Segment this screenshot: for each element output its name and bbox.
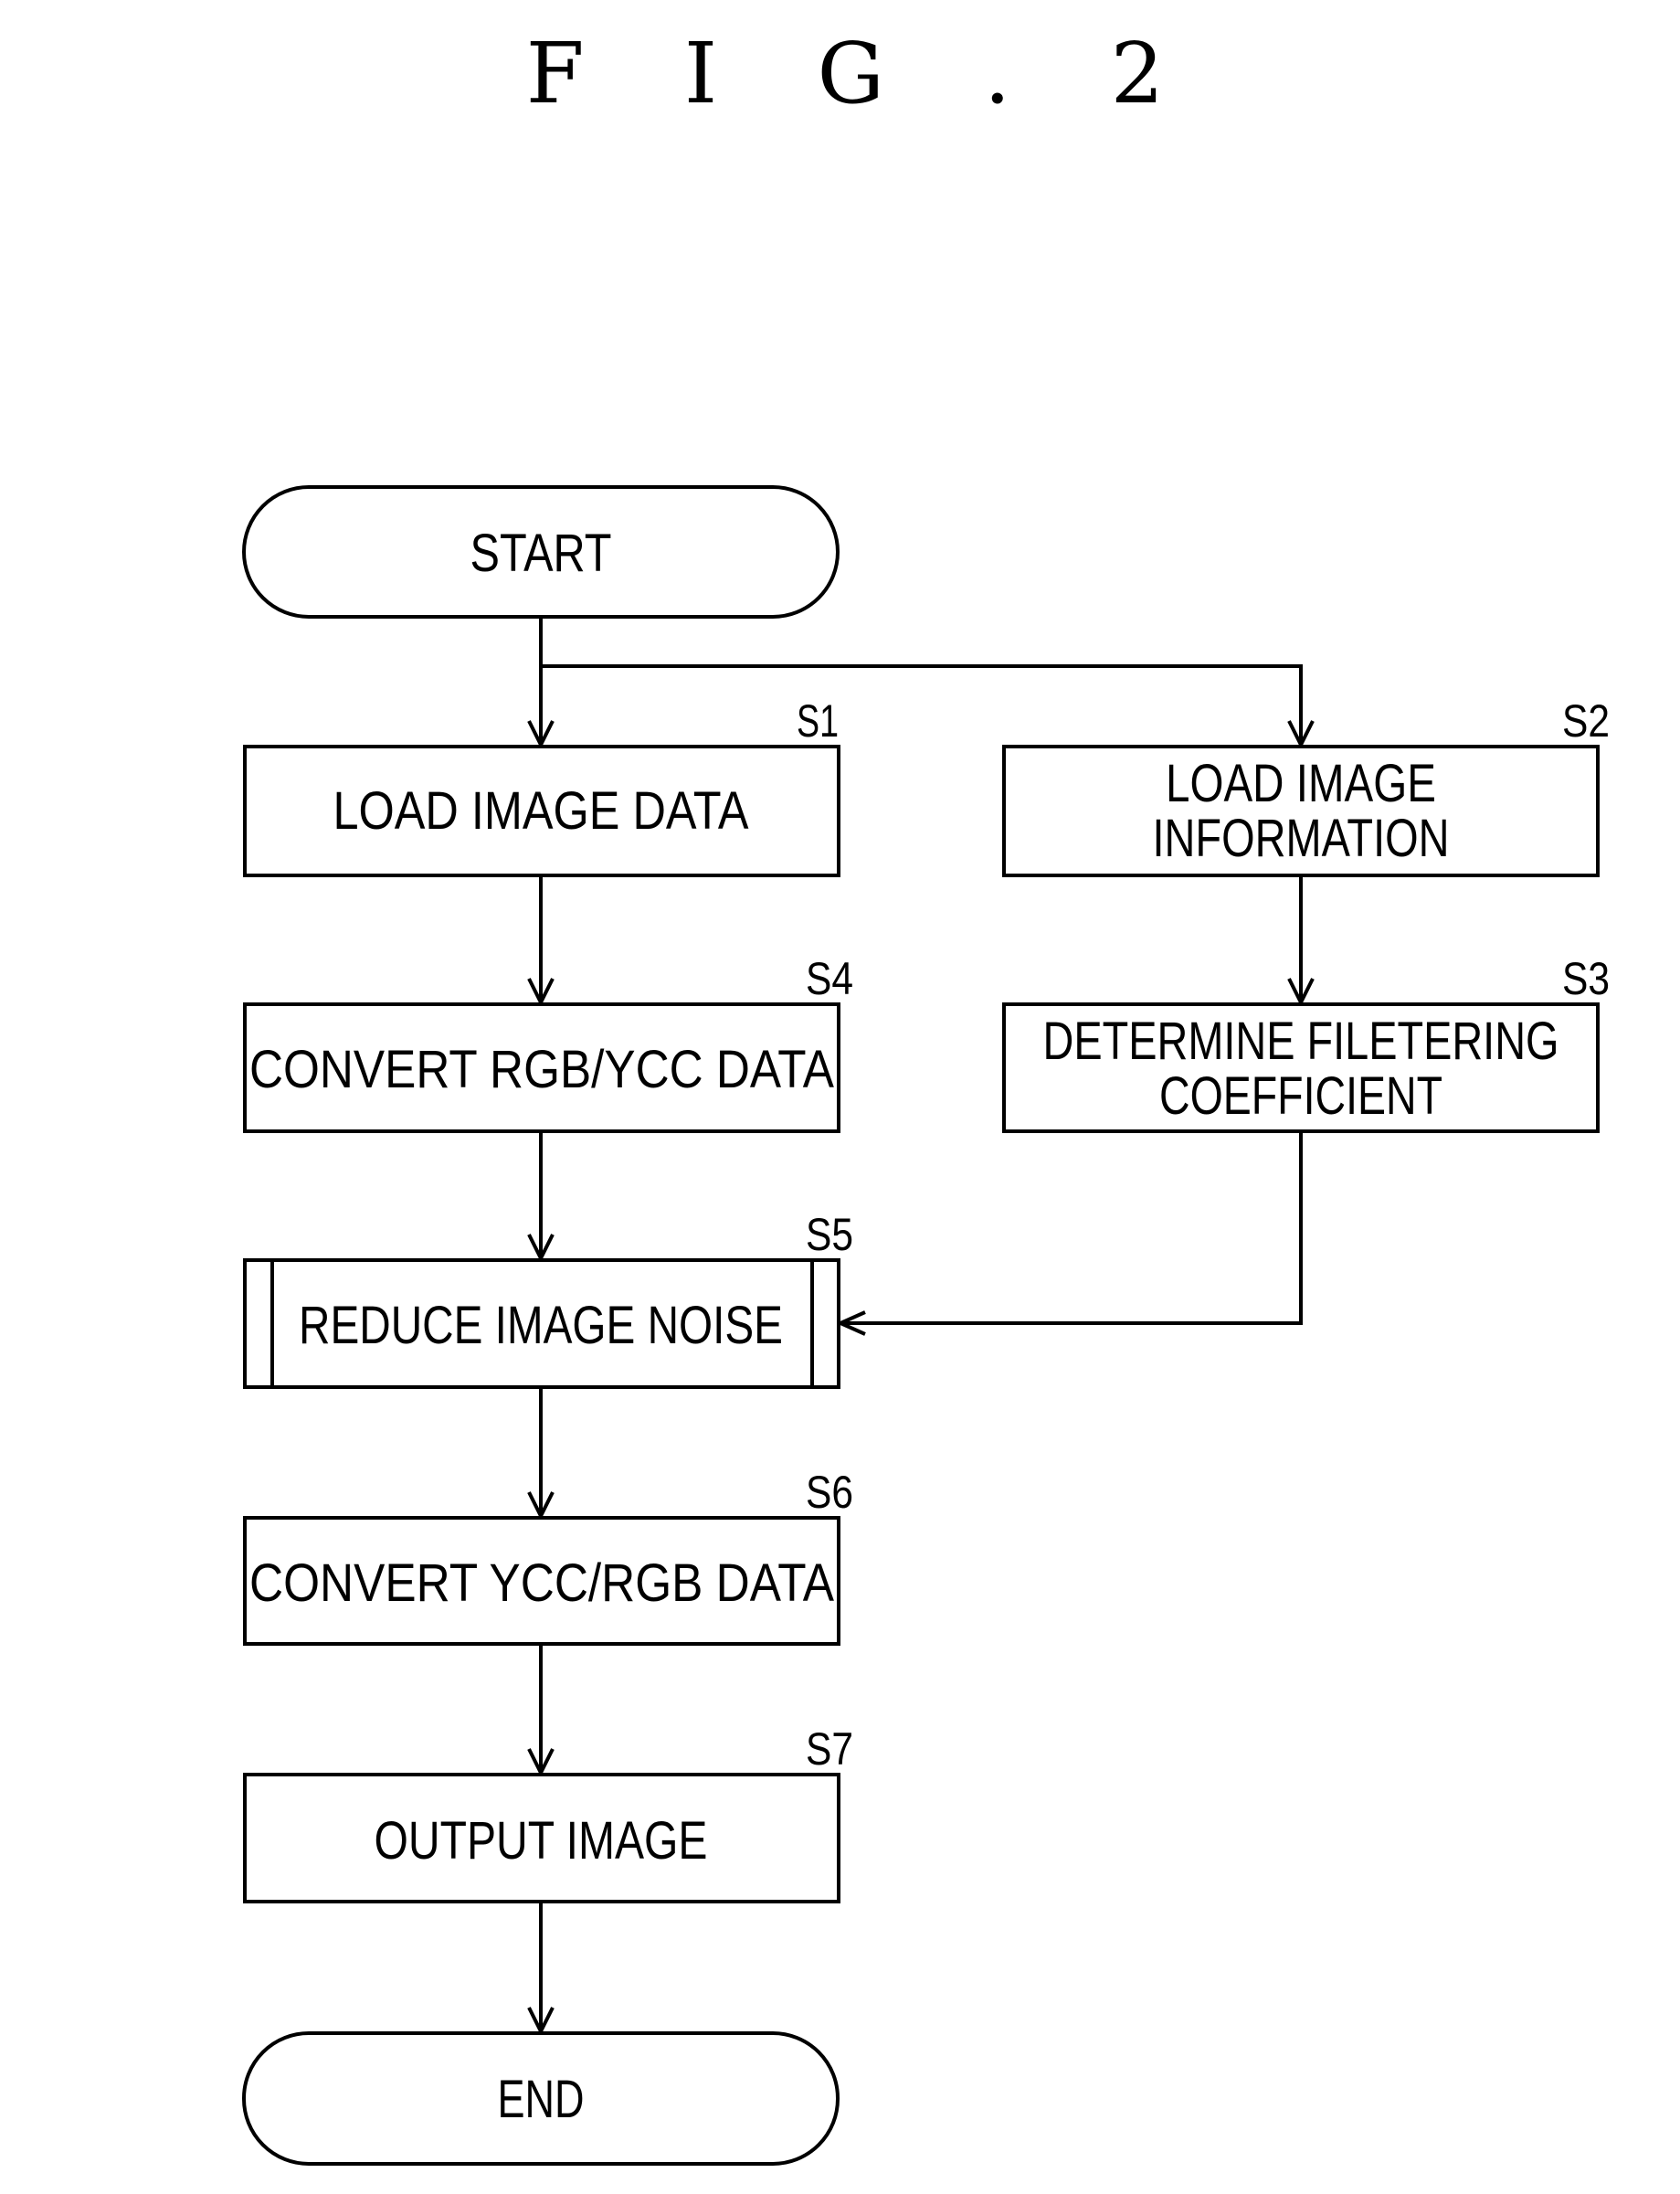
step-s3: DETERMINE FILETERING COEFFICIENT S3 (1002, 953, 1610, 1133)
step-s7-label: S7 (806, 1723, 853, 1775)
step-s3-text-line2: COEFFICIENT (1159, 1066, 1442, 1126)
edge-s3-s5 (840, 1131, 1303, 1325)
edge-start-s2 (541, 664, 1303, 745)
step-s1-label: S1 (797, 695, 839, 747)
step-s2-label: S2 (1562, 695, 1610, 747)
step-s4-text: CONVERT RGB/YCC DATA (249, 1040, 834, 1099)
step-s2-text-line1: LOAD IMAGE (1166, 754, 1436, 813)
step-s5-label: S5 (806, 1209, 853, 1260)
step-s3-text-line1: DETERMINE FILETERING (1043, 1012, 1559, 1071)
step-s6: CONVERT YCC/RGB DATA S6 (243, 1467, 853, 1646)
step-s1-text: LOAD IMAGE DATA (333, 781, 749, 841)
figure-title: F I G . 2 (526, 25, 1200, 122)
step-s4: CONVERT RGB/YCC DATA S4 (243, 953, 853, 1133)
step-s7-text: OUTPUT IMAGE (375, 1811, 708, 1871)
end-terminal: END (242, 2031, 840, 2166)
step-s5: REDUCE IMAGE NOISE S5 (243, 1209, 853, 1389)
flowchart: F I G . 2 START LOAD IMAGE DATA S1 LOAD … (242, 25, 1610, 2166)
step-s5-text: REDUCE IMAGE NOISE (299, 1296, 783, 1355)
step-s4-label: S4 (806, 953, 853, 1004)
step-s6-label: S6 (806, 1467, 853, 1518)
step-s7: OUTPUT IMAGE S7 (243, 1723, 853, 1903)
step-s6-text: CONVERT YCC/RGB DATA (249, 1553, 834, 1613)
step-s3-label: S3 (1562, 953, 1610, 1004)
step-s2-text-line2: INFORMATION (1153, 809, 1450, 868)
start-terminal: START (242, 485, 840, 619)
end-label: END (498, 2070, 585, 2129)
start-label: START (470, 524, 612, 583)
step-s2: LOAD IMAGE INFORMATION S2 (1002, 695, 1610, 877)
